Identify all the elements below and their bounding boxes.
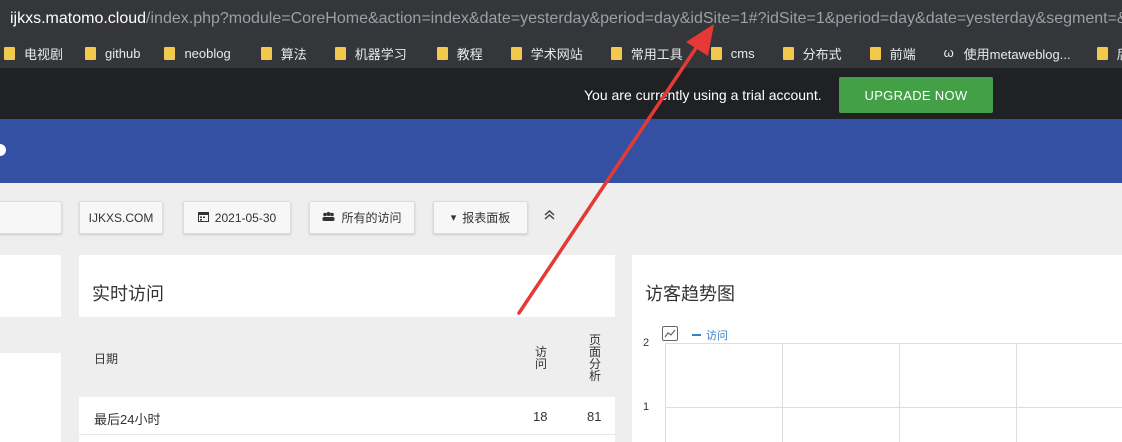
date-selector-label: 2021-05-30 xyxy=(214,210,277,225)
bookmark-item[interactable]: 学术网站 xyxy=(510,44,583,63)
folder-icon xyxy=(782,46,794,60)
url-host: ijkxs.matomo.cloud xyxy=(10,10,147,27)
bookmark-label: 学术网站 xyxy=(530,46,583,62)
bookmark-item[interactable]: 后端 xyxy=(1096,44,1122,63)
calendar-icon xyxy=(197,211,209,225)
caret-down-icon: ▾ xyxy=(450,212,457,224)
y-tick-label: 1 xyxy=(643,401,650,413)
bookmark-label: 电视剧 xyxy=(24,46,64,62)
trial-message: You are currently using a trial account. xyxy=(584,87,822,103)
col-pageviews-header: 页面分析 xyxy=(589,333,602,383)
site-selector[interactable]: IJKXS.COM xyxy=(79,201,163,234)
trend-chart-plot xyxy=(665,343,1122,442)
chart-legend[interactable]: 访问 xyxy=(692,327,728,343)
bookmark-item[interactable]: 分布式 xyxy=(782,44,842,63)
row-pageviews: 81 xyxy=(587,409,602,424)
date-selector[interactable]: 2021-05-30 xyxy=(183,201,291,234)
bookmark-item[interactable]: github xyxy=(85,46,140,61)
omega-icon: ω xyxy=(943,45,954,60)
bookmarks-bar: 电视剧 github neoblog 算法 机器学习 教程 学术网站 常用工具 cms 分布式 前端… xyxy=(0,38,1122,68)
folder-icon xyxy=(610,46,622,60)
bookmark-item[interactable]: cms xyxy=(710,45,755,61)
collapse-chevron-icon[interactable] xyxy=(544,208,555,223)
folder-icon xyxy=(260,46,272,60)
matomo-header xyxy=(0,119,1122,183)
legend-label: 访问 xyxy=(706,330,728,342)
bookmark-item[interactable]: 常用工具 xyxy=(610,44,683,63)
bookmark-label: 前端 xyxy=(889,46,916,62)
bookmark-item[interactable]: 电视剧 xyxy=(4,44,63,63)
segment-selector-label: 所有的访问 xyxy=(341,211,402,225)
search-box-fragment[interactable] xyxy=(0,201,62,234)
folder-icon xyxy=(710,46,722,60)
trend-title: 访客趋势图 xyxy=(645,284,735,304)
bookmark-label: 教程 xyxy=(456,46,483,62)
y-tick-label: 2 xyxy=(643,337,650,349)
folder-icon xyxy=(4,46,15,60)
bookmark-label: github xyxy=(105,45,141,61)
folder-icon xyxy=(334,46,346,60)
bookmark-item[interactable]: ω 使用metaweblog... xyxy=(944,44,1071,63)
site-selector-label: IJKXS.COM xyxy=(88,210,154,225)
segment-selector[interactable]: 所有的访问 xyxy=(309,201,415,234)
left-widget-separator xyxy=(0,317,61,353)
folder-icon xyxy=(869,46,881,60)
bookmark-label: 使用metaweblog... xyxy=(963,46,1071,62)
folder-icon xyxy=(510,46,522,60)
table-row: 最后24小时 18 81 xyxy=(79,397,615,435)
realtime-title: 实时访问 xyxy=(92,284,164,304)
chart-type-icon[interactable] xyxy=(662,326,678,341)
header-logo-fragment xyxy=(0,144,6,156)
realtime-table-header: 日期 访问 页面分析 xyxy=(79,317,615,397)
upgrade-now-button[interactable]: UPGRADE NOW xyxy=(839,77,993,113)
folder-icon xyxy=(164,46,176,60)
address-bar[interactable]: ijkxs.matomo.cloud/index.php?module=Core… xyxy=(0,0,1122,38)
legend-swatch xyxy=(692,334,701,336)
bookmark-label: 常用工具 xyxy=(630,46,683,62)
bookmark-label: neoblog xyxy=(184,45,231,61)
col-date-header: 日期 xyxy=(94,352,119,366)
bookmark-label: 算法 xyxy=(280,46,307,62)
bookmark-label: cms xyxy=(730,45,755,61)
url-path: /index.php?module=CoreHome&action=index&… xyxy=(146,10,1122,27)
bookmark-item[interactable]: neoblog xyxy=(164,45,231,61)
bookmark-item[interactable]: 前端 xyxy=(869,44,916,63)
users-icon xyxy=(322,211,335,224)
bookmark-item[interactable]: 算法 xyxy=(260,44,307,63)
row-visits: 18 xyxy=(533,409,548,424)
folder-icon xyxy=(436,46,448,60)
folder-icon xyxy=(1096,46,1108,60)
row-label: 最后24小时 xyxy=(94,412,161,427)
folder-icon xyxy=(85,46,97,60)
left-widget-fragment xyxy=(0,255,61,442)
bookmark-label: 机器学习 xyxy=(354,46,407,62)
bookmark-label: 分布式 xyxy=(802,46,842,62)
bookmark-label: 后端 xyxy=(1117,44,1122,63)
trial-banner: You are currently using a trial account.… xyxy=(0,68,1122,119)
dashboard-menu-label: 报表面板 xyxy=(462,211,511,225)
dashboard-menu[interactable]: ▾ 报表面板 xyxy=(433,201,528,234)
bookmark-item[interactable]: 教程 xyxy=(436,44,483,63)
col-visits-header: 访问 xyxy=(535,345,548,371)
bookmark-item[interactable]: 机器学习 xyxy=(334,44,407,63)
